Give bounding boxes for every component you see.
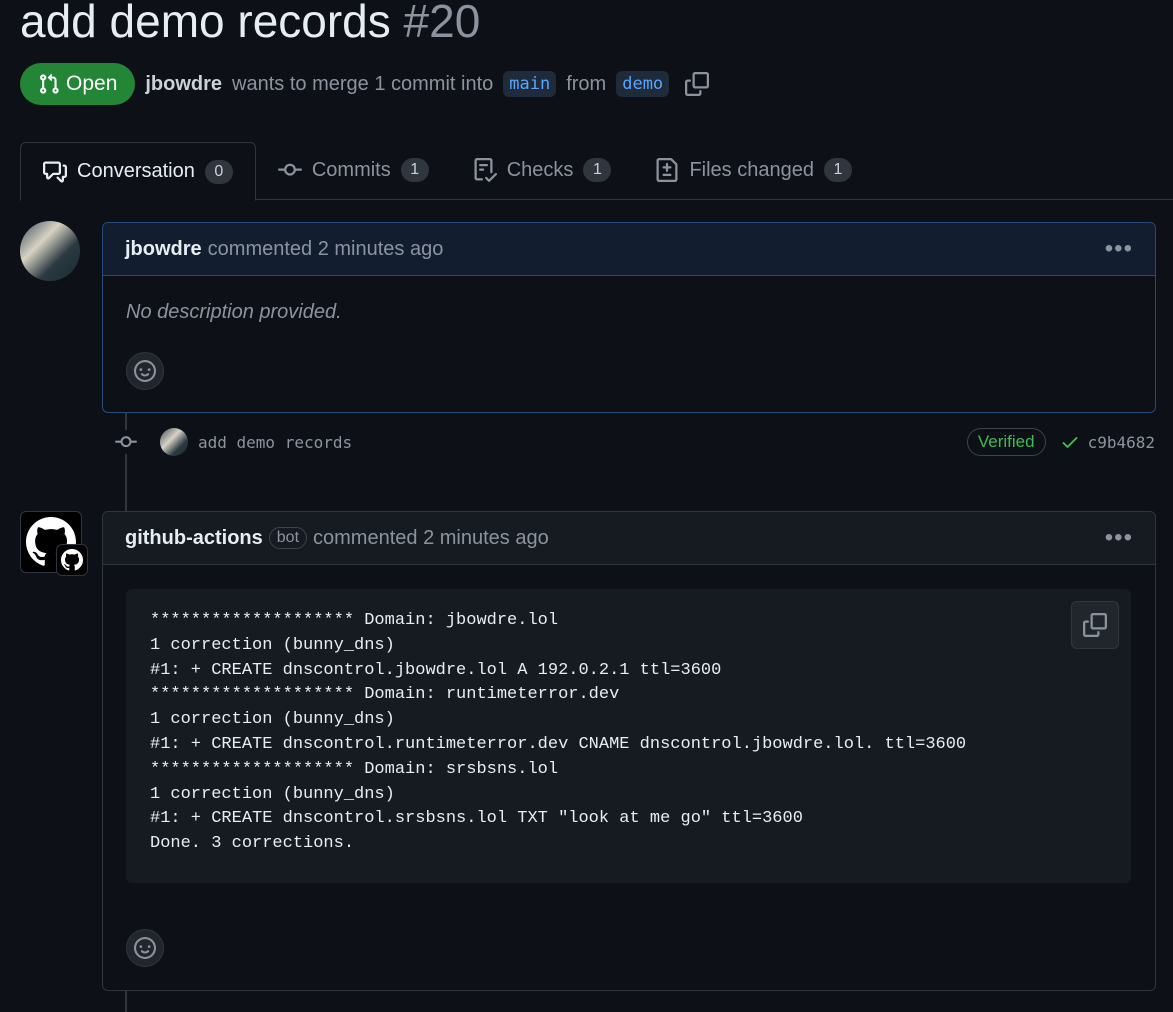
bot-label: bot — [268, 527, 308, 549]
bot-badge — [56, 544, 88, 576]
tab-checks-count: 1 — [583, 158, 612, 182]
head-branch[interactable]: demo — [616, 71, 670, 97]
comment-box: github-actions bot commented 2 minutes a… — [102, 511, 1156, 991]
comment-body: No description provided. — [126, 301, 342, 323]
pr-title-text: add demo records — [20, 0, 391, 47]
comment-discussion-icon — [43, 161, 67, 182]
git-commit-icon — [114, 430, 138, 454]
tab-commits-count: 1 — [400, 158, 429, 182]
from-text: from — [566, 72, 607, 95]
tab-commits-label: Commits — [311, 158, 391, 181]
kebab-menu-icon[interactable]: ••• — [1105, 235, 1133, 263]
pr-title: add demo records #20 — [20, 0, 480, 48]
state-label: Open — [66, 72, 118, 95]
checklist-icon — [474, 158, 497, 182]
file-diff-icon — [656, 158, 678, 182]
comment-header: jbowdre commented 2 minutes ago ••• — [103, 223, 1155, 276]
comment-header: github-actions bot commented 2 minutes a… — [103, 512, 1155, 565]
tab-files-changed[interactable]: Files changed 1 — [633, 142, 874, 198]
copy-icon — [1083, 613, 1107, 637]
tab-conversation-label: Conversation — [77, 160, 195, 182]
tab-checks-label: Checks — [506, 158, 574, 181]
tab-files-changed-label: Files changed — [689, 158, 814, 181]
check-icon[interactable] — [1060, 432, 1080, 452]
copy-button[interactable] — [1071, 601, 1119, 649]
copy-icon[interactable] — [685, 72, 710, 96]
git-commit-icon — [277, 163, 302, 176]
commit-message-link[interactable]: add demo records — [198, 433, 352, 452]
avatar[interactable] — [20, 221, 80, 281]
commit-sha-link[interactable]: c9b4682 — [1088, 433, 1155, 452]
merge-text: wants to merge 1 commit into — [232, 72, 494, 95]
comment-meta[interactable]: commented 2 minutes ago — [208, 238, 444, 261]
code-content: ******************** Domain: jbowdre.lol… — [150, 611, 967, 854]
commit-author-avatar[interactable] — [160, 428, 188, 456]
tab-files-changed-count: 1 — [823, 158, 852, 182]
state-badge: Open — [20, 63, 136, 105]
tab-checks[interactable]: Checks 1 — [451, 142, 634, 198]
add-reaction-button[interactable] — [126, 929, 164, 967]
comment-author-link[interactable]: jbowdre — [125, 238, 202, 261]
tab-commits[interactable]: Commits 1 — [256, 142, 451, 198]
add-reaction-button[interactable] — [126, 352, 164, 390]
kebab-menu-icon[interactable]: ••• — [1105, 524, 1133, 552]
verified-badge[interactable]: Verified — [966, 428, 1046, 456]
pr-author-link[interactable]: jbowdre — [145, 73, 222, 96]
github-logo-icon — [61, 549, 83, 571]
comment-meta[interactable]: commented 2 minutes ago — [313, 527, 549, 550]
pr-number: #20 — [403, 0, 481, 47]
comment-author-link[interactable]: github-actions — [125, 527, 263, 550]
git-pull-request-icon — [40, 73, 59, 94]
comment-box: jbowdre commented 2 minutes ago ••• No d… — [102, 222, 1156, 413]
commit-row: add demo records Verified c9b4682 — [114, 425, 1155, 459]
pr-tabs: Conversation 0 Commits 1 Checks 1 Files … — [20, 142, 1173, 201]
smiley-icon — [134, 937, 156, 959]
smiley-icon — [134, 360, 156, 382]
pr-subline: Open jbowdre wants to merge 1 commit int… — [20, 63, 710, 105]
code-block: ******************** Domain: jbowdre.lol… — [126, 589, 1131, 883]
tab-conversation[interactable]: Conversation 0 — [20, 142, 256, 201]
base-branch[interactable]: main — [503, 71, 557, 97]
tab-conversation-count: 0 — [204, 159, 233, 184]
